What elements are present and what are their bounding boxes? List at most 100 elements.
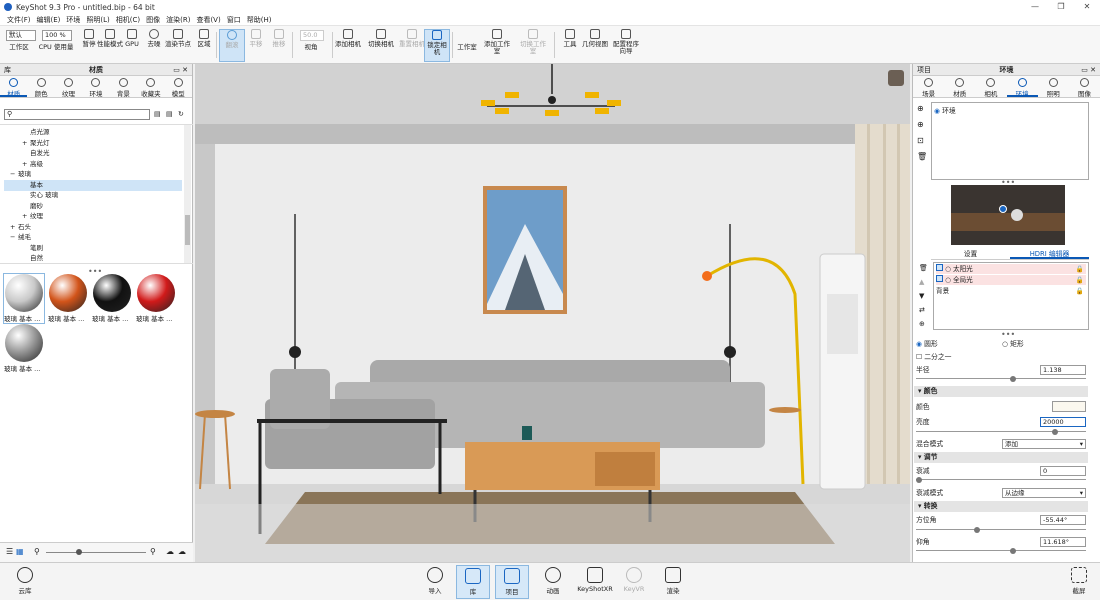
tree-scrollbar[interactable]: [184, 125, 191, 263]
hdri-preview[interactable]: [951, 185, 1065, 245]
library-search-input[interactable]: ⚲: [4, 109, 150, 120]
sun-pin-handle[interactable]: [999, 205, 1007, 213]
tab-environment[interactable]: 环境: [1006, 76, 1038, 98]
tree-expander-icon[interactable]: +: [22, 211, 30, 222]
azimuth-input[interactable]: -55.44°: [1040, 515, 1086, 525]
animation-button[interactable]: 动画: [536, 565, 570, 599]
tree-item[interactable]: 自然: [4, 253, 182, 264]
thumbnail-size-slider[interactable]: [46, 549, 146, 555]
tab-backplates[interactable]: 背景: [110, 76, 137, 98]
lock-icon[interactable]: 🔒: [1076, 286, 1084, 296]
duplicate-environment-icon[interactable]: ⊕: [917, 120, 924, 129]
lock-icon[interactable]: 🔒: [1076, 275, 1084, 285]
workspace-button[interactable]: 工作区: [6, 44, 32, 62]
adjust-section-header[interactable]: ▾ 调节: [914, 452, 1088, 463]
tab-materials[interactable]: 材质: [0, 76, 28, 98]
menu-image[interactable]: 图像: [143, 14, 163, 25]
library-button[interactable]: 库: [456, 565, 490, 599]
brightness-input[interactable]: 20000: [1040, 417, 1086, 427]
tree-item[interactable]: − 绒毛: [4, 232, 182, 243]
keyshotxr-button[interactable]: KeyShotXR: [575, 565, 615, 599]
add-environment-icon[interactable]: ⊕: [917, 104, 924, 113]
tab-lighting[interactable]: 照明: [1038, 76, 1069, 98]
tree-item[interactable]: 点光源: [4, 127, 182, 138]
elevation-input[interactable]: 11.618°: [1040, 537, 1086, 547]
shape-rect-radio[interactable]: ○ 矩形: [1002, 338, 1024, 348]
lock-camera-button[interactable]: 锁定相机: [424, 29, 450, 62]
reset-camera-button[interactable]: 重置相机: [399, 29, 425, 62]
move-down-icon[interactable]: ▼: [919, 292, 924, 300]
close-button[interactable]: ✕: [1074, 0, 1100, 14]
tree-item[interactable]: 笔刷: [4, 243, 182, 254]
cpu-usage-button[interactable]: CPU 使用量: [36, 44, 76, 62]
preset-select[interactable]: 默认: [6, 30, 36, 41]
tab-favorites[interactable]: 收藏夹: [137, 76, 164, 98]
configurator-wizard-button[interactable]: 配置程序向导: [610, 29, 642, 62]
tab-settings[interactable]: 设置: [931, 248, 1010, 259]
lock-icon[interactable]: 🔒: [1076, 264, 1084, 274]
elevation-slider[interactable]: [916, 548, 1086, 554]
menu-render[interactable]: 渲染(R): [163, 14, 193, 25]
project-button[interactable]: 项目: [495, 565, 529, 599]
target-icon[interactable]: ⊕: [919, 320, 925, 328]
tree-expander-icon[interactable]: −: [10, 232, 18, 243]
cloud-upload-icon[interactable]: ☁: [166, 547, 174, 556]
menu-lighting[interactable]: 照明(L): [83, 14, 112, 25]
list-view-icon[interactable]: ☰: [6, 547, 13, 556]
add-camera-button[interactable]: 添加相机: [335, 29, 361, 62]
azimuth-slider[interactable]: [916, 527, 1086, 533]
radius-input[interactable]: 1.138: [1040, 365, 1086, 375]
tab-environments[interactable]: 环境: [82, 76, 109, 98]
tree-item[interactable]: 实心 玻璃: [4, 190, 182, 201]
shape-circle-radio[interactable]: ◉ 圆形: [916, 338, 938, 348]
tab-models[interactable]: 模型: [165, 76, 192, 98]
environment-thumbnail-icon[interactable]: [888, 70, 904, 86]
delete-pin-icon[interactable]: 🗑: [919, 264, 928, 272]
falloff-slider[interactable]: [916, 477, 1086, 483]
tree-item[interactable]: 基本: [4, 179, 182, 191]
cloud-download-icon[interactable]: ☁: [178, 547, 186, 556]
grid-view-icon[interactable]: ▦: [16, 547, 24, 556]
tree-item[interactable]: + 石头: [4, 222, 182, 233]
menu-camera[interactable]: 相机(C): [113, 14, 143, 25]
cloud-library-button[interactable]: 云库: [8, 565, 42, 599]
import-button[interactable]: 导入: [418, 565, 452, 599]
studio-button[interactable]: 工作室: [454, 44, 480, 62]
save-environment-icon[interactable]: ⊡: [917, 136, 924, 145]
menu-view[interactable]: 查看(V): [193, 14, 223, 25]
brightness-slider[interactable]: [916, 429, 1086, 435]
render-button[interactable]: 渲染: [656, 565, 690, 599]
menu-help[interactable]: 帮助(H): [244, 14, 275, 25]
material-thumbnail[interactable]: 玻璃 基本 ...: [136, 274, 176, 323]
render-nodes-button[interactable]: 渲染节点: [165, 29, 191, 62]
fov-input[interactable]: 50.0: [300, 30, 324, 41]
tree-item[interactable]: 磨砂: [4, 201, 182, 212]
render-viewport[interactable]: [195, 64, 910, 562]
checkbox-checked-icon[interactable]: [936, 275, 943, 282]
tab-textures[interactable]: 纹理: [55, 76, 82, 98]
move-up-icon[interactable]: ▲: [919, 278, 924, 286]
geometry-view-button[interactable]: 几何视图: [582, 29, 608, 62]
transform-section-header[interactable]: ▾ 转换: [914, 501, 1088, 512]
pin-settings-icon[interactable]: ⇄: [919, 306, 925, 314]
tools-button[interactable]: 工具: [557, 29, 583, 62]
add-studio-button[interactable]: 添加工作室: [484, 29, 510, 62]
blend-mode-select[interactable]: 添加 ▾: [1002, 439, 1086, 449]
radius-slider[interactable]: [916, 376, 1086, 382]
tree-item[interactable]: 自发光: [4, 148, 182, 159]
tab-colors[interactable]: 颜色: [27, 76, 54, 98]
zoom-out-icon[interactable]: ⚲: [34, 547, 40, 556]
switch-studio-button[interactable]: 切换工作室: [520, 29, 546, 62]
zoom-select[interactable]: 100 %: [42, 30, 72, 41]
tab-camera[interactable]: 相机: [975, 76, 1006, 98]
falloff-mode-select[interactable]: 从边缘 ▾: [1002, 488, 1086, 498]
color-swatch[interactable]: [1052, 401, 1086, 412]
environment-list-item[interactable]: ◉ 环境: [934, 105, 956, 115]
tab-image[interactable]: 图像: [1069, 76, 1100, 98]
tab-hdri-editor[interactable]: HDRI 编辑器: [1010, 248, 1089, 259]
tree-expander-icon[interactable]: +: [22, 159, 30, 170]
tree-item[interactable]: + 高级: [4, 159, 182, 170]
perspective-button[interactable]: 视角: [298, 44, 324, 62]
maximize-button[interactable]: ❐: [1048, 0, 1074, 14]
panel-controls-icon[interactable]: ▭ ✕: [1081, 64, 1096, 76]
